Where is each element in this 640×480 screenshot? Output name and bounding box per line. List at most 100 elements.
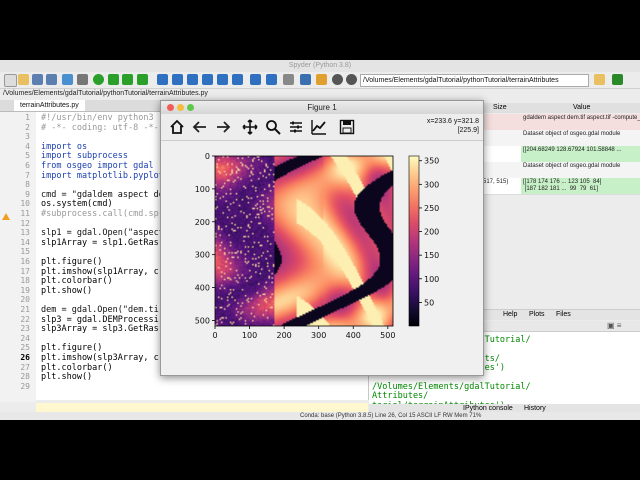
run-cell-advance-icon[interactable] xyxy=(122,74,133,85)
code-line[interactable]: plt.show() xyxy=(41,372,92,382)
back-arrow-icon[interactable] xyxy=(332,74,343,85)
colorbar-tick-label: 100 xyxy=(424,275,439,284)
save-figure-icon[interactable] xyxy=(339,119,355,135)
back-icon[interactable] xyxy=(192,119,208,135)
code-line[interactable]: plt.colorbar() xyxy=(41,363,113,373)
step-return-icon[interactable] xyxy=(202,74,213,85)
run-icon[interactable] xyxy=(93,74,104,85)
code-line[interactable]: plt.show() xyxy=(41,286,92,296)
status-bar: Conda: base (Python 3.8.5) Line 26, Col … xyxy=(0,412,640,420)
code-line[interactable]: dem = gdal.Open("dem.ti xyxy=(41,305,159,315)
code-line[interactable]: cmd = "gdaldem aspect de xyxy=(41,190,164,200)
x-tick-label: 300 xyxy=(311,331,326,340)
step-into-icon[interactable] xyxy=(187,74,198,85)
code-line[interactable]: import subprocess xyxy=(41,151,128,161)
browse-folder-icon[interactable] xyxy=(594,74,605,85)
variable-value: Dataset object of osgeo.gdal module xyxy=(523,131,621,137)
line-number: 2 xyxy=(25,122,30,132)
debug-icon[interactable] xyxy=(157,74,168,85)
preferences-icon[interactable] xyxy=(266,74,277,85)
forward-arrow-icon[interactable] xyxy=(346,74,357,85)
code-line[interactable]: plt.imshow(slp1Array, c xyxy=(41,267,159,277)
continue-icon[interactable] xyxy=(217,74,228,85)
home-icon[interactable] xyxy=(169,119,185,135)
run-cell-icon[interactable] xyxy=(108,74,119,85)
x-tick-label: 200 xyxy=(276,331,291,340)
tab-help[interactable]: Help xyxy=(503,310,517,320)
step-icon[interactable] xyxy=(172,74,183,85)
variable-value: Dataset object of osgeo.gdal module xyxy=(523,163,621,169)
python-icon[interactable] xyxy=(300,74,311,85)
y-tick-label: 200 xyxy=(195,218,210,227)
variable-size xyxy=(479,146,523,148)
value-column-header[interactable]: Value xyxy=(573,103,590,113)
code-line[interactable]: plt.imshow(slp3Array, c xyxy=(41,353,159,363)
line-number: 17 xyxy=(20,266,30,276)
x-tick-label: 0 xyxy=(212,331,217,340)
size-column-header[interactable]: Size xyxy=(493,103,507,113)
line-number: 26 xyxy=(20,353,30,362)
open-folder-icon[interactable] xyxy=(18,74,29,85)
tab-plots[interactable]: Plots xyxy=(529,310,545,320)
y-tick-label: 300 xyxy=(195,251,210,260)
editor-tab[interactable]: terrainAttributes.py xyxy=(14,100,85,111)
figure-titlebar: Figure 1 xyxy=(161,101,483,114)
code-line[interactable]: import matplotlib.pyplot xyxy=(41,171,164,181)
colorbar-tick-label: 50 xyxy=(424,298,434,307)
minimize-window-icon[interactable] xyxy=(177,104,184,111)
code-line[interactable]: import os xyxy=(41,142,87,152)
code-line[interactable]: plt.figure() xyxy=(41,343,102,353)
coord-xy: x=233.6 y=321.8 xyxy=(426,118,479,125)
code-line[interactable]: slp1Array = slp1.GetRas xyxy=(41,238,159,248)
working-directory-field[interactable]: /Volumes/Elements/gdalTutorial/pythonTut… xyxy=(360,74,589,87)
pan-icon[interactable] xyxy=(242,119,258,135)
code-line[interactable]: from osgeo import gdal xyxy=(41,161,154,171)
configure-icon[interactable] xyxy=(288,119,304,135)
variable-size: (517, 515) xyxy=(481,179,509,185)
code-line[interactable]: #subprocess.call(cmd.sp xyxy=(41,209,159,219)
stop-debug-icon[interactable] xyxy=(232,74,243,85)
close-window-icon[interactable] xyxy=(167,104,174,111)
new-file-icon[interactable] xyxy=(4,74,17,87)
y-tick-label: 500 xyxy=(195,316,210,325)
at-icon[interactable] xyxy=(62,74,73,85)
wrench-icon[interactable] xyxy=(283,74,294,85)
main-toolbar: /Volumes/Elements/gdalTutorial/pythonTut… xyxy=(0,72,640,89)
code-line[interactable]: slp3Array = slp3.GetRas xyxy=(41,324,159,334)
line-number: 24 xyxy=(20,333,30,343)
code-line[interactable]: slp3 = gdal.DEMProcessi xyxy=(41,315,159,325)
warning-icon[interactable] xyxy=(2,213,10,220)
heatmap-image[interactable] xyxy=(215,156,393,326)
save-all-icon[interactable] xyxy=(46,74,57,85)
line-number: 1 xyxy=(25,113,30,122)
code-line[interactable]: plt.colorbar() xyxy=(41,276,113,286)
maximize-pane-icon[interactable] xyxy=(250,74,261,85)
parent-dir-icon[interactable] xyxy=(612,74,623,85)
code-line[interactable]: #!/usr/bin/env python3 xyxy=(41,113,154,123)
zoom-icon[interactable] xyxy=(265,119,281,135)
figure-window[interactable]: Figure 1 x=233.6 y=321.8 [225.9] 0 100 200… xyxy=(160,100,484,376)
save-icon[interactable] xyxy=(32,74,43,85)
line-number: 23 xyxy=(20,324,30,334)
list-icon[interactable] xyxy=(77,74,88,85)
status-text: Conda: base (Python 3.8.5) Line 26, Col … xyxy=(300,413,482,419)
y-tick-label: 400 xyxy=(195,284,210,293)
line-number: 16 xyxy=(20,257,30,266)
forward-icon[interactable] xyxy=(215,119,231,135)
code-line[interactable]: slp1 = gdal.Open("aspect xyxy=(41,228,164,238)
code-line[interactable]: plt.figure() xyxy=(41,257,102,267)
tab-files[interactable]: Files xyxy=(556,310,571,320)
figure-toolbar: x=233.6 y=321.8 [225.9] xyxy=(161,114,483,141)
code-line[interactable]: # -*- coding: utf-8 -*- xyxy=(41,123,159,133)
y-tick-label: 0 xyxy=(205,152,210,161)
python-path-icon[interactable] xyxy=(316,74,327,85)
run-selection-icon[interactable] xyxy=(137,74,148,85)
console-options-icon[interactable]: ▣ ≡ xyxy=(607,321,621,330)
code-line[interactable]: os.system(cmd) xyxy=(41,199,113,209)
colorbar xyxy=(408,155,420,327)
zoom-window-icon[interactable] xyxy=(187,104,194,111)
edit-axis-icon[interactable] xyxy=(311,119,327,135)
colorbar-tick-label: 350 xyxy=(424,157,439,166)
plot-canvas[interactable]: 0 100 200 300 400 500010020030040050035030025… xyxy=(161,141,483,375)
variable-value: [[178 174 176 ... 123 105 84] [187 182 1… xyxy=(521,178,640,194)
